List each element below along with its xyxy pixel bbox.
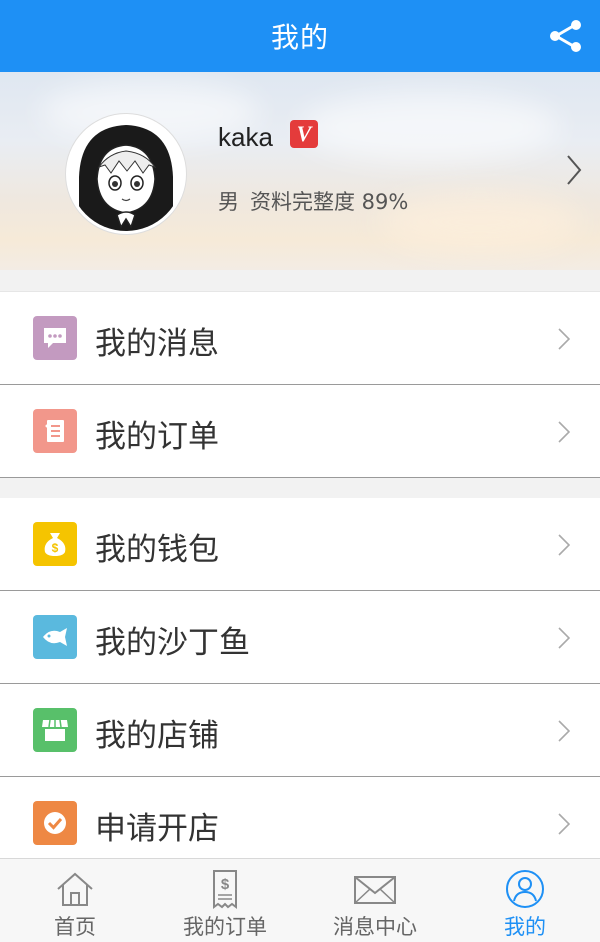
tab-label: 消息中心	[333, 915, 417, 939]
home-icon	[57, 872, 93, 906]
envelope-icon	[354, 876, 396, 904]
menu-item-label: 我的店铺	[95, 718, 219, 754]
chevron-right-icon	[558, 627, 570, 649]
share-icon[interactable]	[548, 18, 584, 54]
verified-badge: V	[290, 120, 318, 148]
receipt-icon: $	[213, 870, 237, 909]
fish-icon	[33, 615, 77, 659]
check-icon	[33, 801, 77, 845]
avatar[interactable]	[66, 114, 186, 234]
menu-item-label: 我的订单	[95, 419, 219, 455]
tab-label: 我的	[504, 915, 546, 939]
menu-item-wallet[interactable]: $ 我的钱包	[0, 498, 600, 591]
menu-item-store[interactable]: 我的店铺	[0, 684, 600, 777]
chevron-right-icon	[558, 534, 570, 556]
menu-group-account: $ 我的钱包 我的沙丁鱼 我的店铺 申请开店	[0, 498, 600, 870]
user-icon	[506, 870, 544, 908]
chevron-right-icon[interactable]	[566, 154, 582, 186]
bottom-tab-bar: 首页 $ 我的订单 消息中心 我的	[0, 858, 600, 942]
menu-item-label: 申请开店	[95, 811, 219, 847]
chevron-right-icon	[558, 720, 570, 742]
tab-label: 首页	[54, 915, 96, 939]
tab-my-orders[interactable]: $ 我的订单	[150, 859, 300, 942]
menu-item-orders[interactable]: 我的订单	[0, 385, 600, 478]
store-icon	[33, 708, 77, 752]
menu-item-sardine[interactable]: 我的沙丁鱼	[0, 591, 600, 684]
menu-item-apply-store[interactable]: 申请开店	[0, 777, 600, 870]
top-bar: 我的	[0, 0, 600, 72]
page-title: 我的	[270, 21, 329, 54]
menu-group-messages: 我的消息 我的订单	[0, 291, 600, 478]
chevron-right-icon	[558, 328, 570, 350]
tab-home[interactable]: 首页	[0, 859, 150, 942]
chevron-right-icon	[558, 813, 570, 835]
menu-item-messages[interactable]: 我的消息	[0, 292, 600, 385]
gender-label: 男	[218, 190, 239, 214]
menu-item-label: 我的钱包	[95, 532, 219, 568]
tab-mine[interactable]: 我的	[450, 859, 600, 942]
message-icon	[33, 316, 77, 360]
svg-text:$: $	[221, 876, 230, 893]
menu-item-label: 我的沙丁鱼	[95, 625, 250, 661]
order-list-icon	[33, 409, 77, 453]
profile-card[interactable]: kaka V 男 资料完整度 89%	[0, 72, 600, 270]
chevron-right-icon	[558, 421, 570, 443]
tab-label: 我的订单	[183, 915, 267, 939]
tab-message-center[interactable]: 消息中心	[300, 859, 450, 942]
svg-text:$: $	[52, 541, 59, 555]
profile-completeness: 资料完整度 89%	[250, 190, 409, 214]
money-bag-icon: $	[33, 522, 77, 566]
menu-item-label: 我的消息	[95, 326, 219, 362]
username: kaka	[218, 122, 273, 152]
